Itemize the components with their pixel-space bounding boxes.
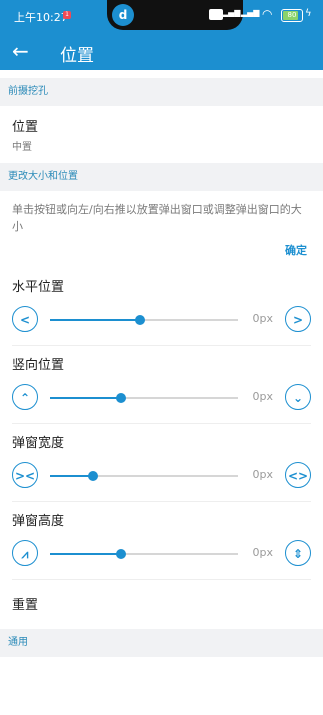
wifi-icon: ◠: [262, 7, 273, 21]
chevron-right-icon[interactable]: >: [285, 306, 311, 332]
status-time: 上午10:27: [14, 11, 68, 24]
slider-label: 竖向位置: [12, 358, 65, 373]
shrink-horizontal-icon[interactable]: ><: [12, 462, 38, 488]
section-header-size-position: 更改大小和位置: [0, 163, 323, 191]
shrink-vertical-icon[interactable]: ⩘: [12, 540, 38, 566]
app-indicator-icon: d: [112, 4, 134, 26]
slider-thumb[interactable]: [116, 549, 127, 559]
slider-label: 水平位置: [12, 280, 65, 295]
slider-label: 弹窗高度: [12, 514, 65, 529]
signal-icon: ▂▄▆: [241, 8, 260, 17]
slider-thumb[interactable]: [135, 315, 146, 325]
slider-block: 弹窗高度 ⩘ 0px ⇕: [0, 502, 323, 580]
slider-block: 水平位置 < 0px >: [0, 268, 323, 346]
notification-badge-icon: 1: [63, 11, 71, 19]
status-bar: 上午10:27 1 d ▂▄▆ ▂▄▆ ◠ 80 ϟ: [0, 0, 323, 32]
charging-icon: ϟ: [305, 8, 312, 19]
slider-value: 0px: [252, 468, 274, 481]
slider-thumb[interactable]: [116, 393, 127, 403]
message-icon: [209, 9, 223, 20]
reset-button[interactable]: 重置: [0, 580, 323, 629]
slider-thumb[interactable]: [88, 471, 99, 481]
slider-value: 0px: [252, 546, 274, 559]
signal-icon: ▂▄▆: [222, 8, 241, 17]
chevron-up-icon[interactable]: ⌃: [12, 384, 38, 410]
confirm-button[interactable]: 确定: [285, 244, 307, 257]
slider-track[interactable]: [50, 471, 238, 481]
position-summary: 中置: [12, 142, 32, 153]
page-title: 位置: [60, 46, 94, 66]
app-bar: ← 位置: [0, 32, 323, 70]
position-title: 位置: [12, 120, 39, 135]
section-header-cutout: 前摄挖孔: [0, 78, 323, 106]
back-arrow-icon[interactable]: ←: [12, 39, 29, 63]
slider-value: 0px: [252, 312, 274, 325]
battery-level: 80: [287, 11, 297, 19]
expand-vertical-icon[interactable]: ⇕: [285, 540, 311, 566]
expand-horizontal-icon[interactable]: <>: [285, 462, 311, 488]
slider-label: 弹窗宽度: [12, 436, 65, 451]
slider-block: 竖向位置 ⌃ 0px ⌄: [0, 346, 323, 424]
section-header-general: 通用: [0, 629, 323, 657]
slider-track[interactable]: [50, 393, 238, 403]
chevron-left-icon[interactable]: <: [12, 306, 38, 332]
description-text: 单击按钮或向左/向右推以放置弹出窗口或调整弹出窗口的大小: [12, 203, 302, 233]
slider-value: 0px: [252, 390, 274, 403]
position-preference[interactable]: 位置 中置: [0, 106, 323, 163]
slider-block: 弹窗宽度 >< 0px <>: [0, 424, 323, 502]
battery-icon: 80: [281, 9, 303, 22]
slider-track[interactable]: [50, 315, 238, 325]
chevron-down-icon[interactable]: ⌄: [285, 384, 311, 410]
slider-track[interactable]: [50, 549, 238, 559]
